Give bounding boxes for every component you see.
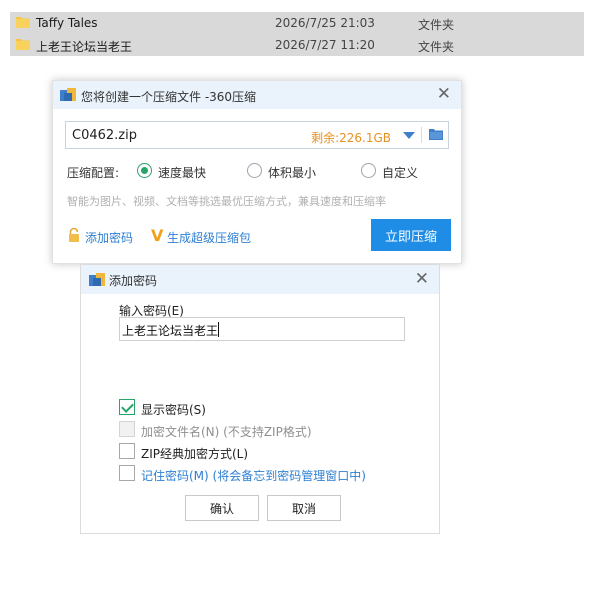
encrypt-filename-checkbox: 加密文件名(N) (不支持ZIP格式) (119, 421, 419, 439)
file-row[interactable]: Taffy Tales 2026/7/25 21:03 文件夹 (10, 12, 584, 34)
checkbox-label: 加密文件名(N) (不支持ZIP格式) (141, 425, 312, 439)
360zip-app-icon (60, 88, 76, 101)
add-password-title: 添加密码 (109, 274, 158, 288)
dropdown-arrow-icon[interactable] (403, 132, 415, 139)
password-value[interactable]: 上老王论坛当老王 (122, 322, 218, 339)
radio-selected-icon (137, 163, 152, 178)
compress-dialog-titlebar[interactable]: 您将创建一个压缩文件 -360压缩 ✕ (53, 81, 461, 109)
checkbox-box (119, 443, 135, 459)
text-caret (218, 322, 219, 337)
checkbox-label: 显示密码(S) (141, 403, 206, 417)
lock-icon[interactable] (67, 228, 81, 242)
cancel-button[interactable]: 取消 (267, 495, 341, 521)
compress-config-label: 压缩配置: (67, 166, 120, 180)
compress-now-button[interactable]: 立即压缩 (371, 219, 451, 251)
compress-hint: 智能为图片、视频、文档等挑选最优压缩方式，兼具速度和压缩率 (67, 195, 386, 208)
checkbox-box (119, 465, 135, 481)
radio-label: 体积最小 (268, 166, 317, 180)
file-type: 文件夹 (418, 40, 455, 54)
checkbox-label: 记住密码(M) (将会备忘到密码管理窗口中) (141, 469, 366, 483)
close-icon[interactable]: ✕ (437, 85, 451, 103)
zip-classic-checkbox[interactable]: ZIP经典加密方式(L) (119, 443, 419, 461)
add-password-dialog: 添加密码 ✕ 输入密码(E) 上老王论坛当老王 显示密码(S) 加密文件名(N)… (80, 264, 440, 534)
checkbox-disabled-box (119, 421, 135, 437)
checkbox-label: ZIP经典加密方式(L) (141, 447, 249, 461)
filename-value[interactable]: C0462.zip (72, 128, 137, 143)
confirm-button[interactable]: 确认 (185, 495, 259, 521)
close-icon[interactable]: ✕ (415, 270, 429, 288)
compress-dialog: 您将创建一个压缩文件 -360压缩 ✕ C0462.zip 剩余:226.1GB… (52, 80, 462, 264)
add-password-link[interactable]: 添加密码 (85, 229, 133, 246)
filename-field[interactable]: C0462.zip 剩余:226.1GB (65, 121, 449, 149)
add-password-titlebar[interactable]: 添加密码 ✕ (81, 265, 439, 294)
file-list: Taffy Tales 2026/7/25 21:03 文件夹 上老王论坛当老王… (10, 12, 584, 56)
super-package-link[interactable]: 生成超级压缩包 (167, 229, 251, 246)
show-password-checkbox[interactable]: 显示密码(S) (119, 399, 419, 417)
file-date: 2026/7/27 11:20 (275, 38, 375, 52)
file-date: 2026/7/25 21:03 (275, 16, 375, 30)
radio-label: 自定义 (382, 166, 419, 180)
file-type: 文件夹 (418, 18, 455, 32)
folder-icon (16, 17, 30, 28)
password-input[interactable]: 上老王论坛当老王 (119, 317, 405, 341)
compress-config-row: 压缩配置: 速度最快 体积最小 自定义 (67, 163, 447, 181)
file-name: Taffy Tales (36, 16, 98, 30)
radio-unselected-icon (247, 163, 262, 178)
v-super-icon: V (151, 226, 164, 245)
360zip-app-icon (89, 273, 105, 286)
browse-folder-icon[interactable] (429, 128, 443, 140)
checkmark-icon (119, 399, 135, 415)
file-row[interactable]: 上老王论坛当老王 2026/7/27 11:20 文件夹 (10, 34, 584, 56)
folder-icon (16, 39, 30, 50)
radio-label: 速度最快 (158, 166, 207, 180)
file-name: 上老王论坛当老王 (36, 40, 133, 54)
compress-dialog-title: 您将创建一个压缩文件 -360压缩 (81, 90, 257, 104)
compress-links: 添加密码 V 生成超级压缩包 (67, 226, 327, 246)
field-divider (421, 127, 422, 143)
remaining-space: 剩余:226.1GB (311, 131, 391, 145)
radio-unselected-icon (361, 163, 376, 178)
remember-password-checkbox[interactable]: 记住密码(M) (将会备忘到密码管理窗口中) (119, 465, 419, 483)
